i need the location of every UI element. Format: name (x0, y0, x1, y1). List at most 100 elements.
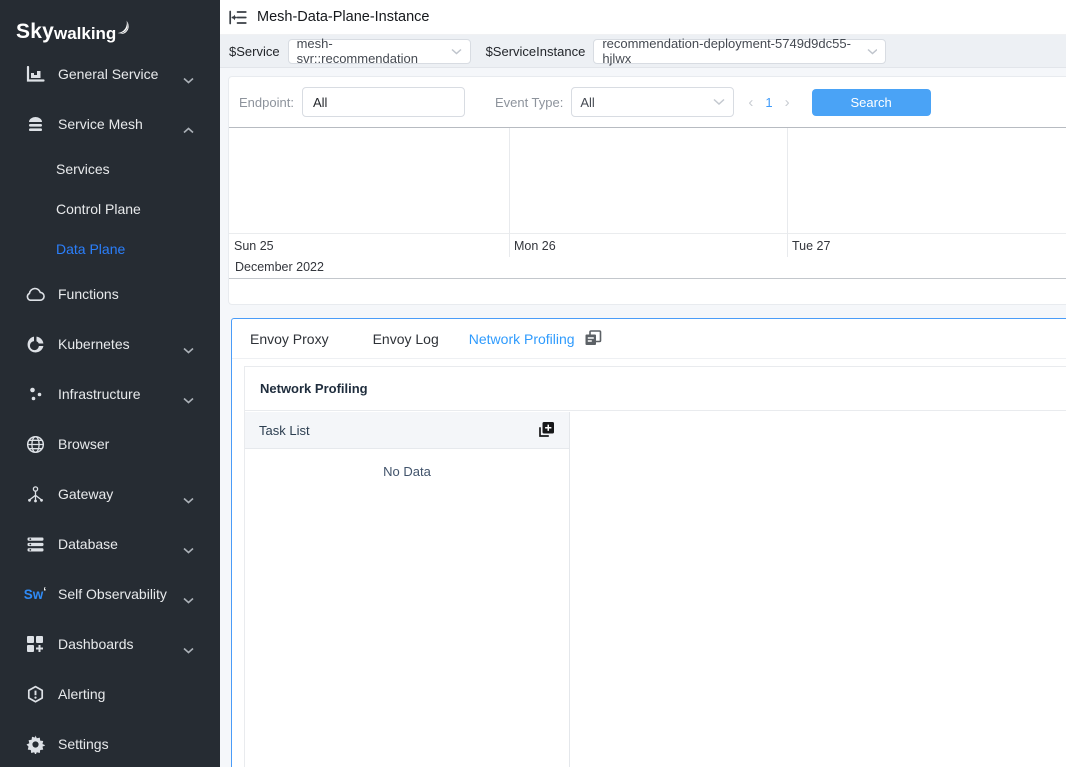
chevron-down-icon (183, 341, 194, 359)
cloud-icon (24, 287, 46, 302)
sidebar-item-gateway[interactable]: Gateway (0, 469, 220, 519)
sidebar-item-self-observability[interactable]: Swʻ Self Observability (0, 569, 220, 619)
chevron-down-icon (451, 48, 462, 55)
timeline-gridline (509, 128, 510, 257)
sidebar-item-label: Functions (58, 286, 119, 302)
page-header: Mesh-Data-Plane-Instance (220, 0, 1066, 35)
dashboard-content: Endpoint: Event Type: All ‹ 1 › Search (220, 68, 1066, 767)
sidebar-item-label: Infrastructure (58, 386, 140, 402)
copy-tab-icon[interactable] (584, 330, 602, 347)
timeline-day-label: Mon 26 (509, 234, 787, 257)
sidebar-item-functions[interactable]: Functions (0, 269, 220, 319)
sidebar-item-general-service[interactable]: General Service (0, 49, 220, 99)
task-detail-area (570, 412, 1066, 767)
widget-body: Task List No Data (245, 412, 1066, 767)
sidebar: Skywalking General Service Service Mesh … (0, 0, 220, 767)
skywalking-logo[interactable]: Skywalking (0, 0, 220, 44)
timeline-gridline (787, 128, 788, 257)
sidebar-item-label: Self Observability (58, 586, 167, 602)
timeline-canvas[interactable] (229, 128, 1066, 233)
sidebar-item-label: Kubernetes (58, 336, 130, 352)
database-icon (24, 536, 46, 553)
chevron-down-icon (183, 641, 194, 659)
sidebar-item-dashboards[interactable]: Dashboards (0, 619, 220, 669)
sidebar-item-data-plane[interactable]: Data Plane (0, 229, 220, 269)
event-type-select-value: All (580, 95, 594, 110)
collapse-sidebar-icon[interactable] (229, 10, 247, 25)
sidebar-item-label: Dashboards (58, 636, 134, 652)
chevron-down-icon (183, 541, 194, 559)
page-title: Mesh-Data-Plane-Instance (257, 9, 429, 25)
timeline-day-label: Tue 27 (787, 234, 1066, 257)
gear-icon (24, 735, 46, 754)
timeline-day-labels: Sun 25 Mon 26 Tue 27 (229, 233, 1066, 257)
service-select[interactable]: mesh-svr::recommendation (288, 39, 471, 64)
task-list-header: Task List (245, 412, 569, 449)
main-area: Mesh-Data-Plane-Instance $Service mesh-s… (220, 0, 1066, 767)
sidebar-item-control-plane[interactable]: Control Plane (0, 189, 220, 229)
timeline-month-label: December 2022 (229, 257, 1066, 279)
chevron-down-icon (713, 98, 725, 106)
next-page-button[interactable]: › (785, 95, 790, 110)
sidebar-subitem-label: Control Plane (56, 201, 141, 217)
chevron-down-icon (183, 391, 194, 409)
dashboard-variables-toolbar: $Service mesh-svr::recommendation $Servi… (220, 35, 1066, 68)
pagination: ‹ 1 › (748, 95, 789, 110)
service-instance-label: $ServiceInstance (486, 44, 586, 59)
endpoint-input[interactable] (302, 87, 465, 117)
tab-network-profiling[interactable]: Network Profiling (469, 331, 575, 347)
sidebar-item-browser[interactable]: Browser (0, 419, 220, 469)
prev-page-button[interactable]: ‹ (748, 95, 753, 110)
events-timeline[interactable]: Sun 25 Mon 26 Tue 27 December 2022 (229, 127, 1066, 279)
tab-envoy-proxy[interactable]: Envoy Proxy (250, 331, 329, 347)
gateway-nodes-icon (24, 485, 46, 504)
chevron-down-icon (183, 491, 194, 509)
timeline-day-label: Sun 25 (229, 234, 509, 257)
chevron-up-icon (183, 121, 194, 139)
service-instance-select-value: recommendation-deployment-5749d9dc55-hjl… (602, 36, 867, 66)
create-task-icon[interactable] (537, 421, 555, 439)
globe-icon (24, 435, 46, 454)
kubernetes-pie-icon (24, 335, 46, 354)
sidebar-item-label: Gateway (58, 486, 113, 502)
mesh-stack-icon (24, 116, 46, 133)
logo-text-sky: Sky (16, 20, 54, 44)
task-list-panel: Task List No Data (245, 412, 570, 767)
service-instance-select[interactable]: recommendation-deployment-5749d9dc55-hjl… (593, 39, 886, 64)
widget-title: Network Profiling (245, 367, 1066, 411)
sidebar-item-label: Alerting (58, 686, 105, 702)
service-select-value: mesh-svr::recommendation (297, 36, 451, 66)
sidebar-item-label: Settings (58, 736, 109, 752)
hexagon-alert-icon (24, 685, 46, 704)
chevron-down-icon (867, 48, 877, 55)
sidebar-item-settings[interactable]: Settings (0, 719, 220, 769)
sidebar-subitem-label: Services (56, 161, 110, 177)
sidebar-item-services[interactable]: Services (0, 149, 220, 189)
sidebar-item-infrastructure[interactable]: Infrastructure (0, 369, 220, 419)
chevron-down-icon (183, 591, 194, 609)
event-type-label: Event Type: (495, 95, 563, 110)
sidebar-subitem-label-active: Data Plane (56, 241, 125, 257)
event-filter-row: Endpoint: Event Type: All ‹ 1 › Search (229, 77, 1066, 127)
search-button[interactable]: Search (812, 89, 931, 116)
sidebar-item-label: Service Mesh (58, 116, 143, 132)
service-label: $Service (229, 44, 280, 59)
sidebar-item-database[interactable]: Database (0, 519, 220, 569)
sidebar-item-label: General Service (58, 66, 158, 82)
logo-text-walking: walking (54, 24, 116, 44)
crescent-icon (117, 20, 130, 35)
network-profiling-widget: Network Profiling Task List No Data (244, 366, 1066, 767)
task-list-title: Task List (259, 423, 310, 438)
sidebar-item-kubernetes[interactable]: Kubernetes (0, 319, 220, 369)
no-data-text: No Data (245, 449, 569, 479)
grid-plus-icon (24, 635, 46, 653)
current-page-number[interactable]: 1 (765, 95, 772, 110)
sidebar-item-label: Browser (58, 436, 109, 452)
endpoint-label: Endpoint: (239, 95, 294, 110)
event-type-select[interactable]: All (571, 87, 734, 117)
sidebar-item-label: Database (58, 536, 118, 552)
sidebar-item-alerting[interactable]: Alerting (0, 669, 220, 719)
sidebar-item-service-mesh[interactable]: Service Mesh (0, 99, 220, 149)
tab-bar: Envoy Proxy Envoy Log Network Profiling (232, 319, 1066, 359)
tab-envoy-log[interactable]: Envoy Log (373, 331, 439, 347)
